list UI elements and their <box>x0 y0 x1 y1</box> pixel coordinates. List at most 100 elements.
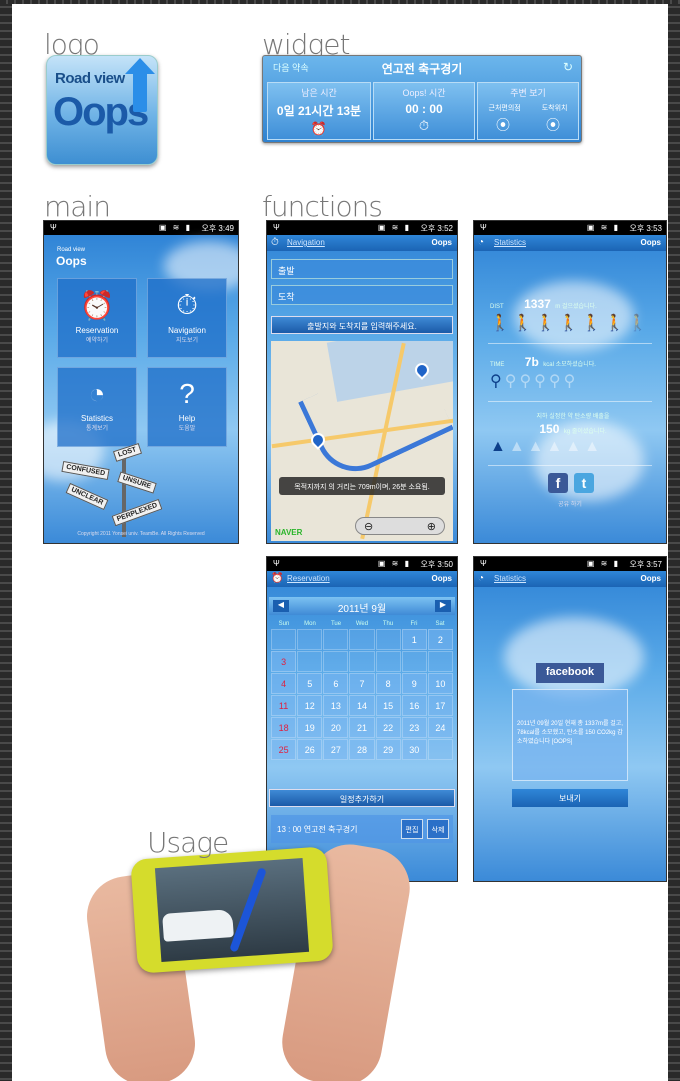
screen-title[interactable]: Statistics <box>494 574 526 583</box>
app-bar: ◔ Statistics Oops <box>474 571 666 587</box>
calendar-day[interactable]: 14 <box>349 695 375 716</box>
film-border-left <box>0 0 12 1081</box>
alarm-clock-icon: ⏰ <box>271 573 284 584</box>
calendar-day[interactable]: 25 <box>271 739 297 760</box>
calendar-day <box>297 629 323 650</box>
alarm-clock-icon: ⏰ <box>79 290 115 321</box>
divider <box>488 343 652 344</box>
calendar-day[interactable]: 21 <box>349 717 375 738</box>
share-message-box[interactable]: 2011년 09월 20일 현재 총 1337m를 걸고, 78kcal를 소모… <box>512 689 628 781</box>
brand-label: Oops <box>640 238 661 247</box>
calendar-day[interactable]: 10 <box>427 673 453 694</box>
refresh-icon[interactable]: ↻ <box>563 60 573 74</box>
widget-sub-labels: 근처편의점 도착위치 <box>478 103 578 113</box>
sub-label-destination: 도착위치 <box>541 105 568 112</box>
calendar-day <box>401 651 427 672</box>
calendar-day[interactable]: 2 <box>427 629 453 650</box>
screen-title[interactable]: Statistics <box>494 238 526 247</box>
stat-unit: m 걸으셨습니다. <box>555 304 597 310</box>
calendar-day[interactable]: 9 <box>401 673 427 694</box>
weekday-label: Fri <box>410 621 418 627</box>
calendar-day[interactable]: 3 <box>271 651 297 672</box>
usb-icon: Ψ <box>273 559 280 568</box>
calendar-day[interactable]: 22 <box>375 717 401 738</box>
cloud-decor <box>504 617 644 697</box>
sub-label-store: 근처편의점 <box>488 105 521 112</box>
calendar-day[interactable]: 5 <box>297 673 323 694</box>
calendar-day[interactable]: 30 <box>401 739 427 760</box>
pie-chart-icon: ◔ <box>478 237 485 248</box>
calendar-day[interactable]: 6 <box>323 673 349 694</box>
screen-title[interactable]: Reservation <box>287 574 330 583</box>
calendar-day[interactable]: 11 <box>271 695 297 716</box>
calendar-day[interactable]: 28 <box>349 739 375 760</box>
status-time: 오후 3:53 <box>629 224 662 233</box>
departure-field[interactable]: 출발 <box>271 259 453 279</box>
status-icons: ▣ ≋ ▮ <box>377 559 411 568</box>
route-search-button[interactable]: 출발지와 도착지를 입력해주세요. <box>271 316 453 334</box>
section-label-main: main <box>44 190 111 223</box>
next-month-icon[interactable]: ▶ <box>435 600 451 612</box>
calendar-day[interactable]: 13 <box>323 695 349 716</box>
arrival-field[interactable]: 도착 <box>271 285 453 305</box>
widget-nearby[interactable]: 주변 보기 근처편의점 도착위치 ⦿ ⦿ <box>477 82 579 140</box>
home-widget[interactable]: 다음 약속 연고전 축구경기 ↻ 남은 시간 0일 21시간 13분 ⏰ Oop… <box>262 55 582 143</box>
usb-icon: Ψ <box>480 559 487 568</box>
send-button[interactable]: 보내기 <box>512 789 628 807</box>
status-bar: Ψ ▣ ≋ ▮ 오후 3:57 <box>474 557 666 571</box>
calendar-day[interactable]: 17 <box>427 695 453 716</box>
pin-icon[interactable]: ⦿ <box>496 115 510 135</box>
calendar-month-title: 2011년 9월 <box>337 604 387 615</box>
ar-route-line <box>229 867 267 953</box>
calendar-day[interactable]: 19 <box>297 717 323 738</box>
pin-icon[interactable]: ⦿ <box>546 115 560 135</box>
weekday-label: Wed <box>355 621 369 627</box>
calendar-day[interactable]: 29 <box>375 739 401 760</box>
widget-oops-time[interactable]: Oops! 시간 00 : 00 ⏱ <box>373 82 475 140</box>
widget-remaining-time[interactable]: 남은 시간 0일 21시간 13분 ⏰ <box>267 82 371 140</box>
calendar-day[interactable]: 7 <box>349 673 375 694</box>
calendar-day[interactable]: 16 <box>401 695 427 716</box>
widget-cell-value: 0일 21시간 13분 <box>276 104 362 118</box>
tile-help[interactable]: ? Help 도움말 <box>147 367 227 447</box>
calendar-day[interactable]: 27 <box>323 739 349 760</box>
facebook-icon[interactable]: f <box>548 473 568 493</box>
stopwatch-icon: ⏱ <box>271 237 279 248</box>
tile-sublabel: 통계보기 <box>85 426 109 432</box>
widget-pins: ⦿ ⦿ <box>478 115 578 135</box>
calendar-day[interactable]: 12 <box>297 695 323 716</box>
facebook-logo: facebook <box>536 663 604 683</box>
divider <box>488 465 652 466</box>
tile-navigation[interactable]: ⏱ Navigation 지도보기 <box>147 278 227 358</box>
calendar-day[interactable]: 8 <box>375 673 401 694</box>
tile-label: Help <box>178 414 196 423</box>
sign-lost: LOST <box>112 443 142 462</box>
calendar-day[interactable]: 24 <box>427 717 453 738</box>
add-schedule-button[interactable]: 일정추가하기 <box>269 789 455 807</box>
schedule-text: 13 : 00 연고전 축구경기 <box>277 825 358 834</box>
calendar-day[interactable]: 18 <box>271 717 297 738</box>
up-arrow-icon <box>125 58 155 112</box>
calendar-day <box>323 651 349 672</box>
calendar-day <box>427 651 453 672</box>
tile-statistics[interactable]: ◔ Statistics 통계보기 <box>57 367 137 447</box>
widget-cell-label: 남은 시간 <box>301 88 337 98</box>
status-bar: Ψ ▣ ≋ ▮ 오후 3:49 <box>44 221 238 235</box>
map-view[interactable]: 목적지까지 의 거리는 709m이며, 26분 소요됨. ⊖ ⊕ NAVER <box>271 341 453 541</box>
question-icon: ? <box>179 378 195 409</box>
calendar-day[interactable]: 20 <box>323 717 349 738</box>
zoom-out-icon[interactable]: ⊖ <box>364 520 373 533</box>
stat-value: 1337 <box>524 297 551 311</box>
brand-label: Oops <box>640 574 661 583</box>
screen-title[interactable]: Navigation <box>287 238 325 247</box>
app-bar: ◔ Statistics Oops <box>474 235 666 251</box>
stat-value: 150 <box>539 422 560 436</box>
zoom-in-icon[interactable]: ⊕ <box>427 520 436 533</box>
calendar-day[interactable]: 26 <box>297 739 323 760</box>
calendar-day[interactable]: 15 <box>375 695 401 716</box>
calendar-day[interactable]: 1 <box>401 629 427 650</box>
calendar-day[interactable]: 23 <box>401 717 427 738</box>
calendar-day[interactable]: 4 <box>271 673 297 694</box>
twitter-icon[interactable]: t <box>574 473 594 493</box>
tile-reservation[interactable]: ⏰ Reservation 예약하기 <box>57 278 137 358</box>
